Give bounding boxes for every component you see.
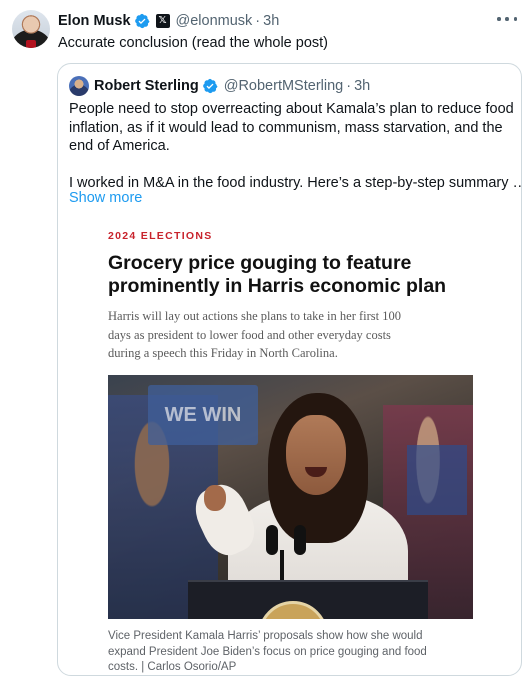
separator-dot: ·: [255, 13, 261, 29]
quoted-tweet-header: Robert Sterling @RobertMSterling · 3h: [69, 76, 370, 96]
author-handle[interactable]: @elonmusk: [176, 13, 253, 29]
photo-sign: WE WIN: [148, 385, 258, 445]
verified-badge-icon: [134, 13, 149, 29]
quoted-author-handle[interactable]: @RobertMSterling: [224, 78, 343, 94]
headline-line: prominently in Harris economic plan: [108, 275, 447, 297]
microphone: [266, 525, 278, 555]
quoted-author-name[interactable]: Robert Sterling: [94, 78, 199, 94]
quoted-avatar[interactable]: [69, 76, 89, 96]
headline-line: Grocery price gouging to feature: [108, 252, 412, 274]
caption-line: Vice President Kamala Harris’ proposals …: [108, 630, 423, 642]
article-kicker: 2024 ELECTIONS: [108, 230, 213, 242]
quoted-text: People need to stop overreacting about K…: [69, 100, 521, 192]
quoted-text-line: end of America.: [69, 138, 170, 154]
tweet-header: Elon Musk 𝕏 @elonmusk · 3h: [58, 12, 279, 30]
dek-line: days as president to lower food and othe…: [108, 327, 391, 342]
tweet[interactable]: Elon Musk 𝕏 @elonmusk · 3h Accurate conc…: [0, 0, 531, 681]
dek-line: during a speech this Friday in North Car…: [108, 346, 338, 360]
photo-sign-right: [407, 445, 467, 515]
article-dek: Harris will lay out actions she plans to…: [108, 307, 474, 363]
verified-badge-icon: [202, 78, 218, 94]
author-name[interactable]: Elon Musk: [58, 13, 131, 29]
microphone: [294, 525, 306, 555]
quoted-text-line: People need to stop overreacting about K…: [69, 101, 514, 117]
quoted-tweet[interactable]: Robert Sterling @RobertMSterling · 3h Pe…: [57, 63, 522, 676]
article-photo[interactable]: WE WIN: [108, 375, 473, 619]
show-more-link[interactable]: Show more: [69, 190, 142, 206]
photo-caption: Vice President Kamala Harris’ proposals …: [108, 629, 473, 675]
article-headline: Grocery price gouging to feature promine…: [108, 252, 474, 298]
photo-speaker-hand: [204, 485, 226, 511]
quoted-time[interactable]: 3h: [354, 78, 370, 94]
quoted-text-line: inflation, as if it would lead to commun…: [69, 119, 503, 136]
article-card[interactable]: 2024 ELECTIONS Grocery price gouging to …: [108, 230, 474, 363]
more-horizontal-icon[interactable]: [497, 10, 517, 28]
avatar[interactable]: [12, 10, 50, 48]
caption-line: expand President Joe Biden’s focus on pr…: [108, 645, 427, 658]
caption-line: costs. | Carlos Osorio/AP: [108, 661, 237, 673]
dek-line: Harris will lay out actions she plans to…: [108, 309, 401, 323]
tweet-time[interactable]: 3h: [263, 13, 279, 29]
x-logo-icon: 𝕏: [155, 14, 170, 28]
tweet-text: Accurate conclusion (read the whole post…: [58, 35, 329, 51]
photo-speaker-face: [286, 415, 346, 495]
separator-dot: ·: [346, 78, 352, 94]
